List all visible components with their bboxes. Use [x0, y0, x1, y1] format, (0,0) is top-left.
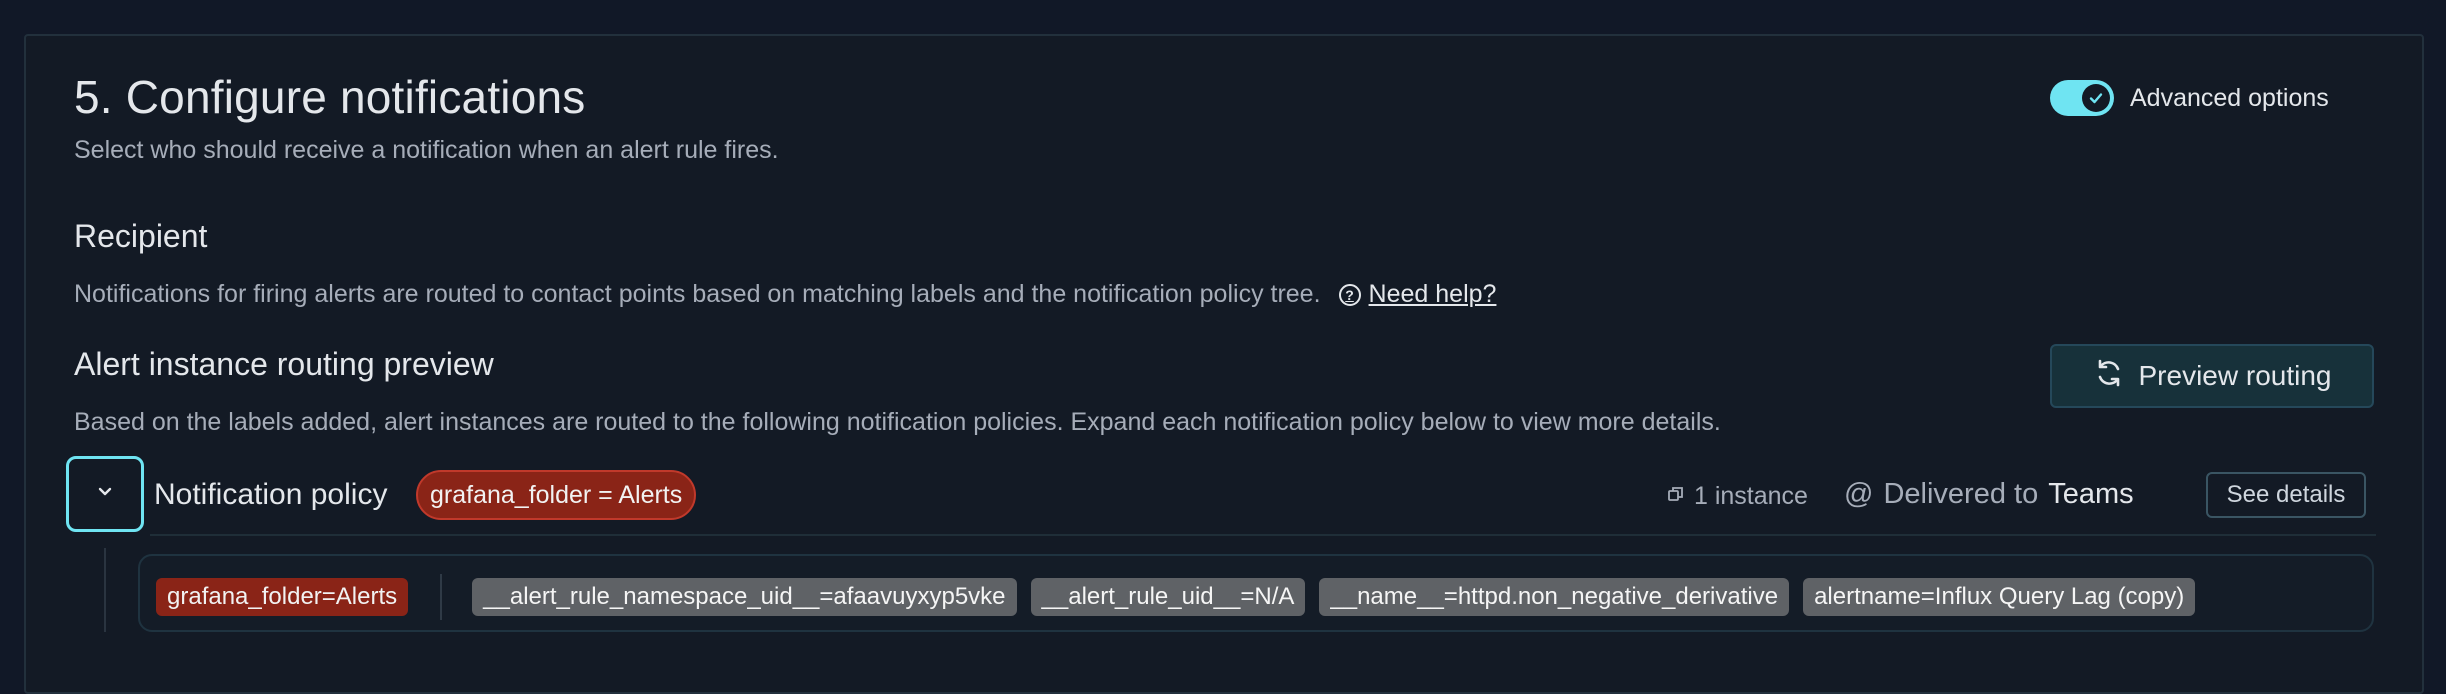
label-chip: alertname=Influx Query Lag (copy) [1803, 578, 2196, 616]
instance-count: 1 instance [1666, 482, 1808, 511]
recipient-description-text: Notifications for firing alerts are rout… [74, 280, 1321, 308]
divider [150, 534, 2376, 536]
check-icon [2082, 84, 2110, 112]
delivered-prefix: Delivered to [1883, 478, 2039, 510]
refresh-icon [2093, 357, 2125, 396]
label-separator [440, 574, 443, 620]
label-chip: __alert_rule_namespace_uid__=afaavuyxyp5… [472, 578, 1017, 616]
notification-policy-label: Notification policy [154, 478, 388, 511]
label-chip: __name__=httpd.non_negative_derivative [1319, 578, 1790, 616]
advanced-options-toggle[interactable]: Advanced options [2050, 80, 2329, 116]
at-icon: @ [1844, 478, 1874, 510]
preview-routing-label: Preview routing [2138, 360, 2332, 391]
need-help-link[interactable]: ? Need help? [1338, 280, 1497, 309]
delivered-to: @ Delivered to Teams [1844, 478, 2134, 511]
routing-preview-title: Alert instance routing preview [74, 346, 494, 382]
expand-policy-button[interactable] [66, 456, 144, 532]
label-chip: grafana_folder=Alerts [156, 578, 409, 616]
instance-labels: grafana_folder=Alerts __alert_rule_names… [156, 574, 2196, 620]
toggle-label: Advanced options [2130, 83, 2329, 112]
tree-connector [104, 548, 106, 632]
instance-count-text: 1 instance [1694, 482, 1808, 510]
routing-preview-description: Based on the labels added, alert instanc… [74, 408, 1721, 436]
section-subtitle: Select who should receive a notification… [74, 136, 779, 164]
question-circle-icon: ? [1338, 283, 1361, 306]
contact-point-name: Teams [2048, 478, 2134, 510]
need-help-label[interactable]: Need help? [1369, 280, 1497, 309]
recipient-description: Notifications for firing alerts are rout… [74, 280, 1496, 309]
toggle-switch[interactable] [2050, 80, 2114, 116]
instances-icon [1666, 482, 1686, 511]
label-chip: __alert_rule_uid__=N/A [1030, 578, 1306, 616]
see-details-button[interactable]: See details [2206, 472, 2366, 518]
section-title: 5. Configure notifications [74, 71, 586, 123]
chevron-down-icon [96, 485, 114, 503]
preview-routing-button[interactable]: Preview routing [2050, 344, 2374, 408]
recipient-title: Recipient [74, 218, 208, 254]
policy-matcher-chip: grafana_folder = Alerts [416, 470, 697, 520]
